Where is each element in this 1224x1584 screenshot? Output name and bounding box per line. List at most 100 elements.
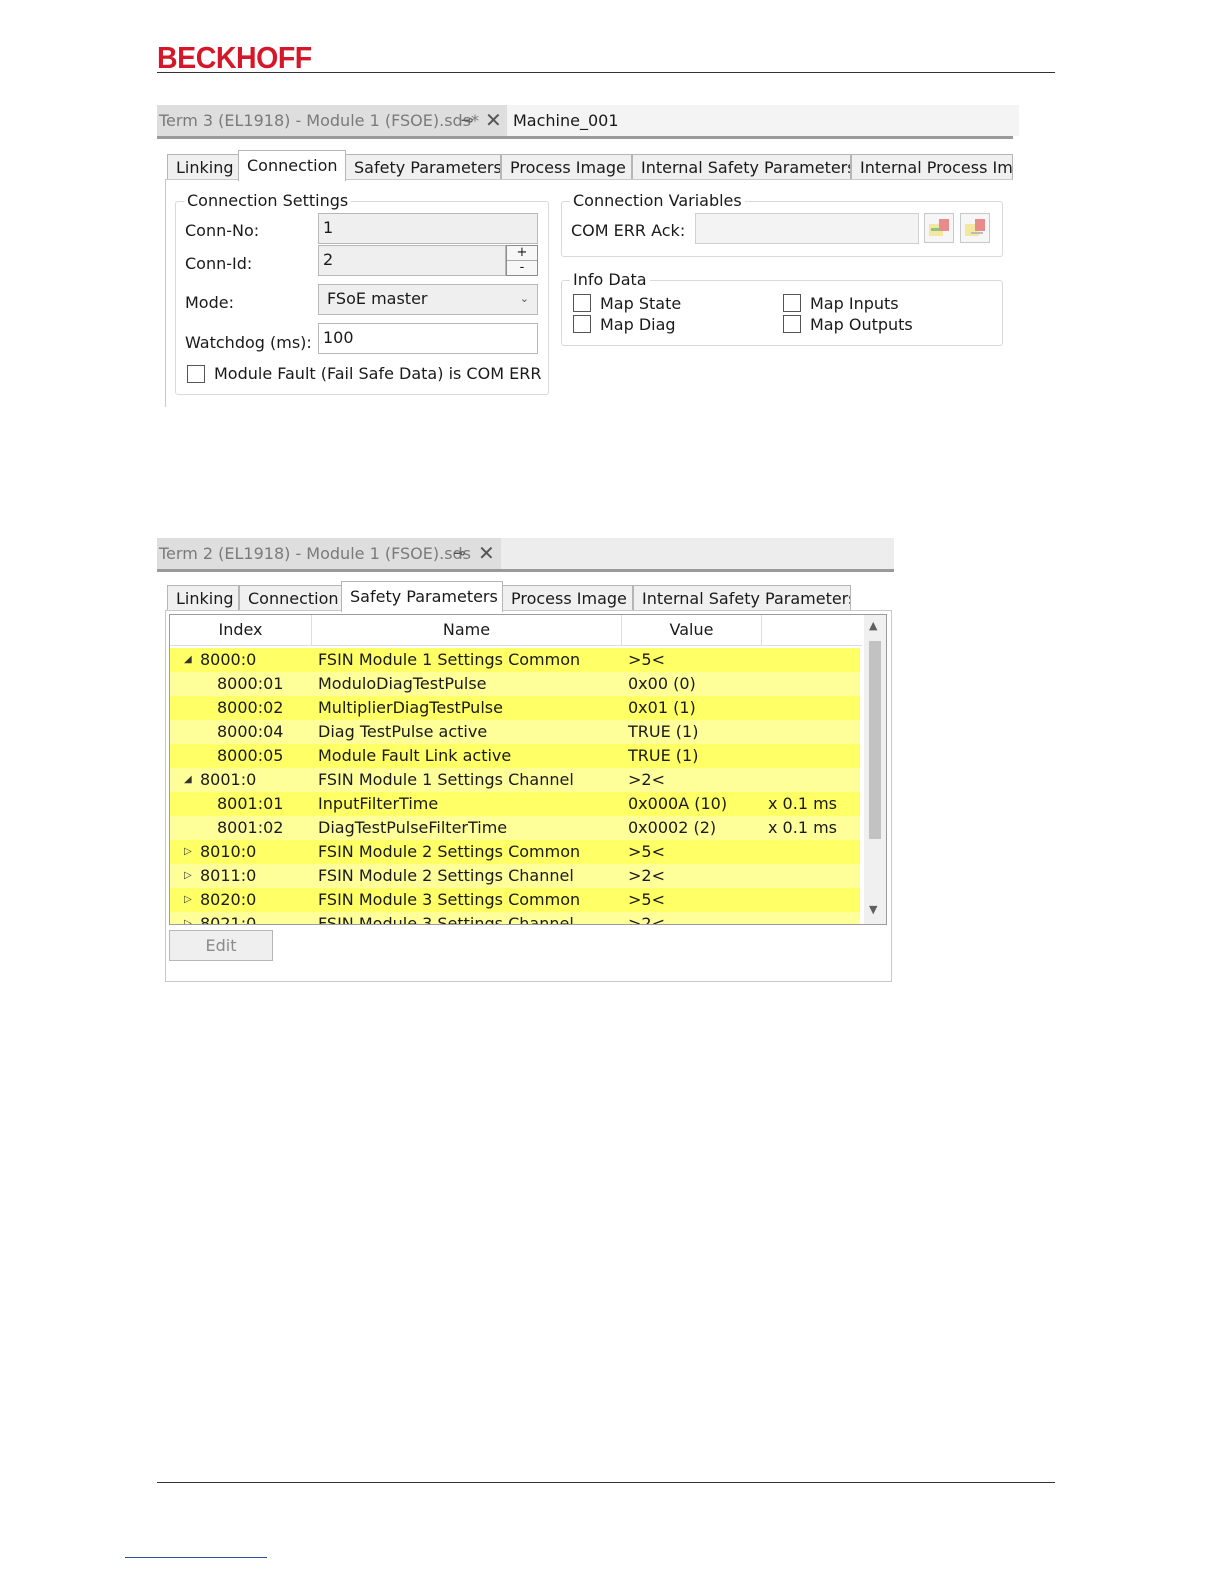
tree-expand-icon[interactable]: ▷	[184, 888, 192, 912]
row-index: 8000:05	[217, 746, 284, 765]
tree-expand-icon[interactable]: ▷	[184, 840, 192, 864]
map-inputs-label: Map Inputs	[810, 294, 899, 313]
link-variable-icon[interactable]	[924, 213, 954, 243]
row-name: ModuloDiagTestPulse	[318, 674, 487, 693]
scroll-up-icon[interactable]: ▲	[869, 619, 877, 632]
row-name: DiagTestPulseFilterTime	[318, 818, 508, 837]
tab-internal-safety-parameters-2[interactable]: Internal Safety Parameters	[633, 585, 851, 610]
table-row[interactable]: ▷ 8011:0 FSIN Module 2 Settings Channel >2<	[170, 864, 860, 888]
mode-select[interactable]: FSoE master ⌄	[318, 284, 538, 315]
tab-connection[interactable]: Connection	[238, 150, 346, 181]
doc-tab-term3-label: Term 3 (EL1918) - Module 1 (FSOE).sds*	[159, 111, 480, 130]
tab-connection-2[interactable]: Connection	[239, 585, 342, 610]
row-name: FSIN Module 2 Settings Common	[318, 842, 581, 861]
map-state-label: Map State	[600, 294, 682, 313]
conn-no-field: 1	[318, 213, 538, 244]
table-row[interactable]: 8000:05 Module Fault Link active TRUE (1)	[170, 744, 860, 768]
tab-safety-parameters[interactable]: Safety Parameters	[345, 154, 501, 179]
footer-link-underline	[125, 1557, 267, 1558]
row-value: >2<	[628, 866, 665, 885]
beckhoff-logo: BECKHOFF	[157, 40, 312, 75]
map-diag-label: Map Diag	[600, 315, 676, 334]
row-name: FSIN Module 1 Settings Common	[318, 650, 581, 669]
scroll-down-icon[interactable]: ▼	[869, 903, 877, 916]
conn-id-field[interactable]: 2	[318, 245, 506, 276]
tab-process-image-2[interactable]: Process Image	[502, 585, 633, 610]
connection-variables-title: Connection Variables	[570, 191, 745, 210]
mode-select-value: FSoE master	[327, 289, 428, 308]
table-body: ◢ 8000:0 FSIN Module 1 Settings Common >5< 8…	[170, 646, 862, 924]
row-value: >2<	[628, 914, 665, 924]
table-row[interactable]: ◢ 8000:0 FSIN Module 1 Settings Common >5<	[170, 648, 860, 672]
pin-icon-2[interactable]: ⊸	[453, 538, 466, 569]
edit-button[interactable]: Edit	[169, 930, 273, 961]
tree-collapse-icon[interactable]: ◢	[184, 648, 192, 672]
column-header-value[interactable]: Value	[622, 615, 762, 645]
map-outputs-checkbox[interactable]	[783, 315, 801, 333]
table-header: Index Name Value	[170, 615, 862, 646]
row-index: 8001:02	[217, 818, 284, 837]
row-value: >2<	[628, 770, 665, 789]
row-index: 8000:02	[217, 698, 284, 717]
safety-parameters-window: Term 2 (EL1918) - Module 1 (FSOE).sds ⊸ …	[157, 538, 894, 982]
tab-linking[interactable]: Linking	[167, 154, 239, 179]
info-data-group: Info Data	[561, 270, 1003, 346]
tree-collapse-icon[interactable]: ◢	[184, 768, 192, 792]
column-header-extra[interactable]	[762, 615, 862, 645]
pin-icon[interactable]: ⊸	[461, 105, 474, 136]
map-diag-checkbox[interactable]	[573, 315, 591, 333]
watchdog-input[interactable]: 100	[318, 323, 538, 354]
close-icon-2[interactable]: ✕	[478, 538, 495, 569]
chevron-down-icon: ⌄	[519, 292, 529, 305]
com-err-ack-field	[695, 213, 919, 244]
tab-internal-process-image[interactable]: Internal Process Ima	[851, 154, 1013, 179]
table-row[interactable]: ◢ 8001:0 FSIN Module 1 Settings Channel >2<	[170, 768, 860, 792]
column-header-name[interactable]: Name	[312, 615, 622, 645]
table-row[interactable]: 8000:01 ModuloDiagTestPulse 0x00 (0)	[170, 672, 860, 696]
row-unit: x 0.1 ms	[768, 794, 838, 813]
doc-tab-term2-label: Term 2 (EL1918) - Module 1 (FSOE).sds	[159, 544, 472, 563]
table-row[interactable]: 8000:04 Diag TestPulse active TRUE (1)	[170, 720, 860, 744]
connection-settings-title: Connection Settings	[184, 191, 352, 210]
increment-button[interactable]: +	[507, 246, 537, 261]
row-index: 8021:0	[200, 914, 257, 924]
conn-id-stepper[interactable]: + -	[506, 245, 538, 276]
map-state-checkbox[interactable]	[573, 294, 591, 312]
table-row[interactable]: ▷ 8021:0 FSIN Module 3 Settings Channel >2<	[170, 912, 860, 924]
module-fault-label: Module Fault (Fail Safe Data) is COM ERR	[214, 364, 542, 383]
table-row[interactable]: 8001:01 InputFilterTime 0x000A (10) x 0.1 m…	[170, 792, 860, 816]
row-unit: x 0.1 ms	[768, 818, 838, 837]
vertical-scrollbar[interactable]: ▲ ▼	[864, 615, 886, 924]
row-value: TRUE (1)	[628, 746, 699, 765]
close-icon[interactable]: ✕	[485, 105, 502, 136]
tab-safety-parameters-2[interactable]: Safety Parameters	[341, 581, 503, 612]
mode-label: Mode:	[185, 293, 234, 312]
table-row[interactable]: ▷ 8010:0 FSIN Module 2 Settings Common >5<	[170, 840, 860, 864]
doc-tab-machine[interactable]: Machine_001	[507, 105, 1019, 136]
doc-tab-term2[interactable]: Term 2 (EL1918) - Module 1 (FSOE).sds	[157, 538, 501, 569]
row-index: 8000:04	[217, 722, 284, 741]
map-inputs-checkbox[interactable]	[783, 294, 801, 312]
column-header-index[interactable]: Index	[170, 615, 312, 645]
row-value: 0x000A (10)	[628, 794, 728, 813]
row-name: FSIN Module 3 Settings Common	[318, 890, 581, 909]
table-row[interactable]: ▷ 8020:0 FSIN Module 3 Settings Common >5<	[170, 888, 860, 912]
tree-expand-icon[interactable]: ▷	[184, 912, 192, 924]
row-value: 0x01 (1)	[628, 698, 696, 717]
row-index: 8000:01	[217, 674, 284, 693]
row-value: >5<	[628, 650, 665, 669]
unlink-variable-icon[interactable]	[960, 213, 990, 243]
module-fault-checkbox[interactable]	[187, 365, 205, 383]
tab-process-image[interactable]: Process Image	[501, 154, 632, 179]
tree-expand-icon[interactable]: ▷	[184, 864, 192, 888]
doc-tab-term3[interactable]: Term 3 (EL1918) - Module 1 (FSOE).sds*	[157, 105, 507, 136]
decrement-button[interactable]: -	[507, 261, 537, 275]
conn-id-label: Conn-Id:	[185, 254, 253, 273]
scrollbar-thumb[interactable]	[869, 641, 881, 839]
table-row[interactable]: 8000:02 MultiplierDiagTestPulse 0x01 (1)	[170, 696, 860, 720]
tab-internal-safety-parameters[interactable]: Internal Safety Parameters	[632, 154, 851, 179]
row-index: 8001:01	[217, 794, 284, 813]
com-err-ack-label: COM ERR Ack:	[571, 221, 686, 240]
table-row[interactable]: 8001:02 DiagTestPulseFilterTime 0x0002 (2)…	[170, 816, 860, 840]
tab-linking-2[interactable]: Linking	[167, 585, 239, 610]
